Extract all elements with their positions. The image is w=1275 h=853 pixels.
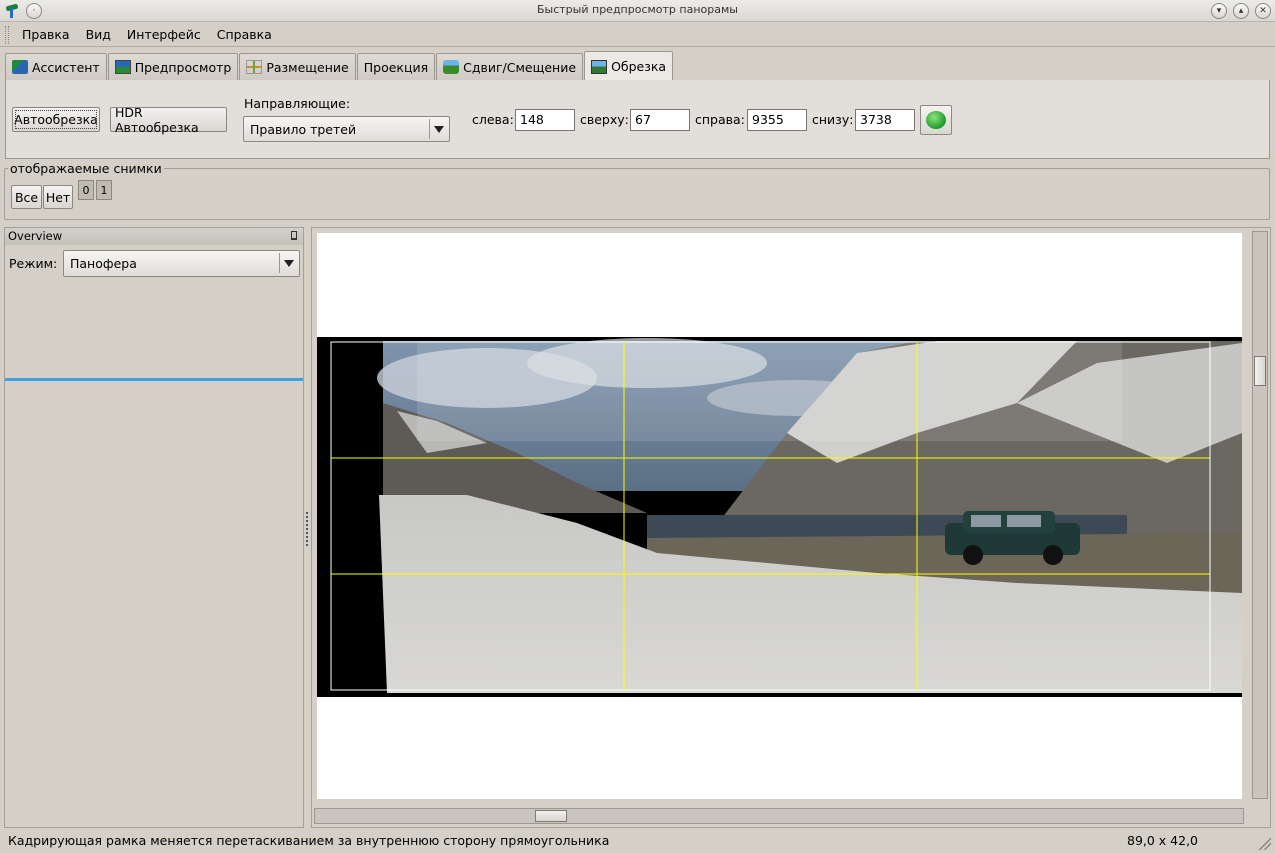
right-label: справа:: [695, 112, 745, 127]
autocrop-button[interactable]: Автообрезка: [12, 107, 100, 132]
maximize-icon[interactable]: ▴: [1233, 3, 1249, 19]
mode-label: Режим:: [9, 256, 58, 271]
image-toggle-0[interactable]: 0: [78, 180, 94, 200]
guides-select-value: Правило третей: [250, 121, 357, 137]
tab-projection[interactable]: Проекция: [356, 53, 436, 80]
menu-edit[interactable]: Правка: [14, 27, 78, 42]
window-title: Быстрый предпросмотр панорамы: [537, 3, 738, 16]
top-label: сверху:: [580, 112, 629, 127]
close-icon[interactable]: ✕: [1255, 3, 1271, 19]
panorama-svg: [317, 337, 1242, 697]
menu-interface[interactable]: Интерфейс: [119, 27, 209, 42]
menu-help[interactable]: Справка: [209, 27, 280, 42]
gl-preview-icon: [114, 60, 131, 74]
reset-crop-button[interactable]: [920, 105, 952, 135]
overview-panel: Overview Режим: Панофера: [4, 227, 304, 828]
chevron-down-icon: [279, 253, 297, 273]
menu-bar: Правка Вид Интерфейс Справка: [0, 23, 1275, 47]
overview-separator[interactable]: [5, 378, 303, 381]
left-label: слева:: [472, 112, 514, 127]
right-input[interactable]: 9355: [747, 109, 807, 131]
status-bar: Кадрирующая рамка меняется перетаскивани…: [0, 830, 1275, 853]
horizontal-scroll-thumb[interactable]: [535, 810, 567, 822]
overview-header: Overview: [5, 228, 303, 245]
horizontal-scrollbar[interactable]: [314, 808, 1244, 824]
vertical-scroll-thumb[interactable]: [1254, 356, 1266, 386]
tab-crop-label: Обрезка: [611, 59, 667, 74]
top-input[interactable]: 67: [630, 109, 690, 131]
wizard-icon: [12, 60, 28, 74]
layout-grid-icon: [246, 60, 263, 74]
mode-select-value: Панофера: [70, 256, 137, 271]
displayed-images-group: [4, 168, 1270, 220]
move-icon: [443, 60, 460, 74]
tab-assistant-label: Ассистент: [32, 59, 100, 75]
bottom-input[interactable]: 3738: [855, 109, 915, 131]
tab-projection-label: Проекция: [363, 59, 429, 75]
crop-icon: [591, 59, 608, 74]
chevron-down-icon: [429, 119, 447, 139]
tab-preview[interactable]: Предпросмотр: [107, 53, 239, 80]
image-toggle-1[interactable]: 1: [96, 180, 112, 200]
minimize-icon[interactable]: ▾: [1211, 3, 1227, 19]
tab-bar: Ассистент Предпросмотр Размещение Проекц…: [5, 51, 674, 81]
show-none-button[interactable]: Нет: [43, 185, 73, 209]
overview-title: Overview: [8, 229, 63, 243]
tab-preview-label: Предпросмотр: [134, 59, 232, 75]
preview-area: [311, 227, 1271, 828]
guides-select[interactable]: Правило третей: [243, 116, 450, 142]
title-bar: · Быстрый предпросмотр панорамы ▾ ▴ ✕: [0, 0, 1275, 22]
tab-crop[interactable]: Обрезка: [584, 51, 674, 81]
left-input[interactable]: 148: [515, 109, 575, 131]
hdr-autocrop-button[interactable]: HDR Автообрезка: [110, 105, 227, 135]
tab-assistant[interactable]: Ассистент: [5, 53, 107, 80]
menu-grip[interactable]: [5, 26, 9, 44]
mode-select[interactable]: Панофера: [63, 250, 300, 277]
status-coords: 89,0 x 42,0: [1127, 833, 1199, 848]
tab-layout-label: Размещение: [266, 59, 349, 75]
menu-view[interactable]: Вид: [78, 27, 119, 42]
green-refresh-icon: [926, 111, 946, 129]
show-all-button[interactable]: Все: [11, 185, 42, 209]
panorama-canvas[interactable]: [317, 233, 1242, 799]
displayed-images-legend: отображаемые снимки: [8, 161, 164, 176]
vertical-scrollbar[interactable]: [1252, 231, 1268, 799]
pin-icon[interactable]: [291, 231, 297, 240]
splitter-handle[interactable]: [306, 512, 309, 546]
tab-move-drag[interactable]: Сдвиг/Смещение: [436, 53, 584, 80]
guides-label: Направляющие:: [244, 96, 351, 111]
resize-grip-icon[interactable]: [1257, 836, 1271, 850]
tab-move-drag-label: Сдвиг/Смещение: [463, 59, 577, 75]
bottom-label: снизу:: [812, 112, 854, 127]
status-message: Кадрирующая рамка меняется перетаскивани…: [8, 833, 610, 848]
image-overlap: [417, 341, 1122, 441]
tab-layout[interactable]: Размещение: [239, 53, 356, 80]
